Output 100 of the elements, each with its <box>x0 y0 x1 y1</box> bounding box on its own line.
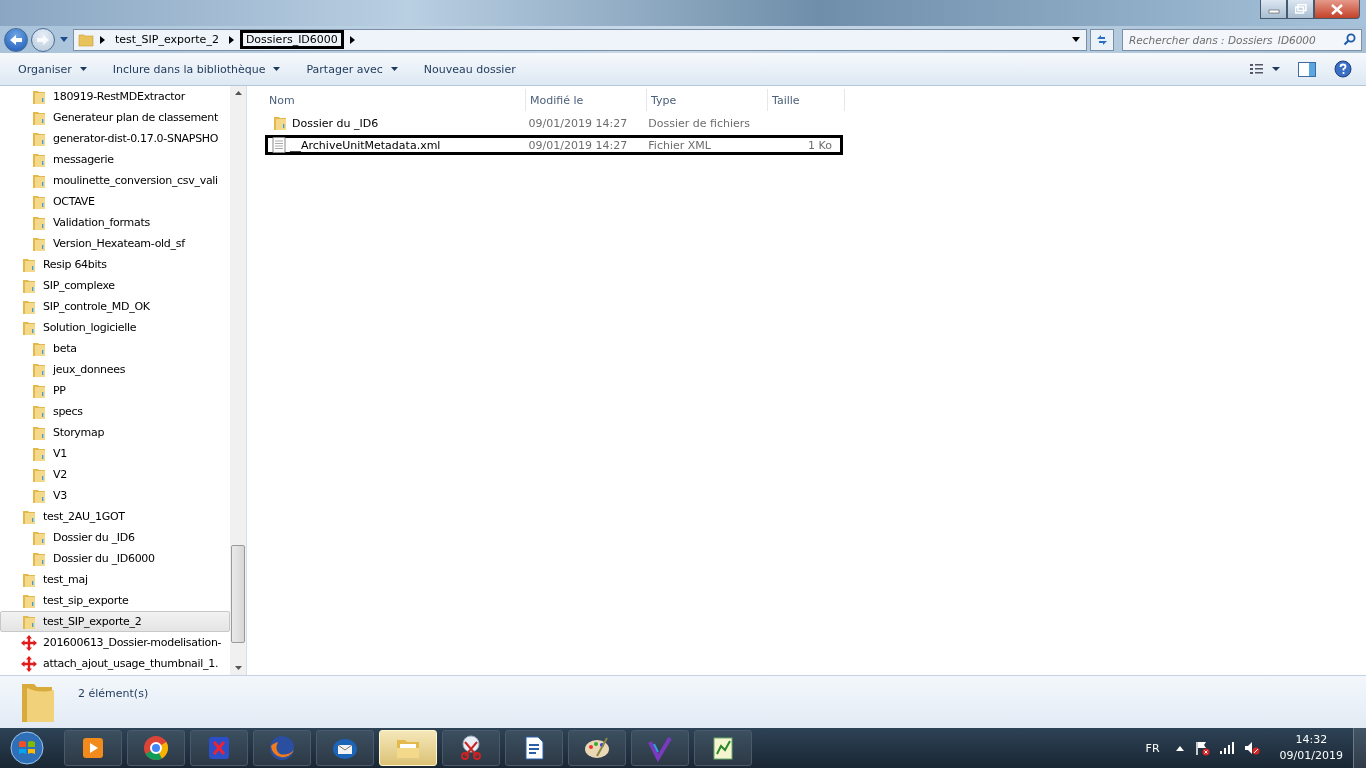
file-type: Dossier de fichiers <box>647 116 752 130</box>
column-header[interactable]: Nom <box>265 89 526 111</box>
tree-item[interactable]: beta <box>0 338 230 359</box>
folder-icon <box>31 151 47 168</box>
tree-item[interactable]: SIP_complexe <box>0 275 230 296</box>
document-icon <box>272 137 286 153</box>
folder-icon <box>21 571 37 588</box>
folder-icon <box>31 340 47 357</box>
folder-icon <box>31 109 47 126</box>
folder-icon <box>31 424 47 441</box>
tree-item[interactable]: Validation_formats <box>0 212 230 233</box>
tree-item[interactable]: messagerie <box>0 149 230 170</box>
folder-icon <box>78 32 94 47</box>
tree-item[interactable]: test_maj <box>0 569 230 590</box>
folder-icon <box>21 592 37 609</box>
breadcrumb-segment[interactable]: Dossiers_ID6000 <box>239 30 344 49</box>
item-count: 2 élément(s) <box>78 687 149 700</box>
tree-item[interactable]: moulinette_conversion_csv_vali <box>0 170 230 191</box>
taskbar-app-button[interactable] <box>316 730 374 766</box>
chevron-icon[interactable] <box>100 35 105 44</box>
file-type: Fichier XML <box>647 138 712 152</box>
chevron-icon[interactable] <box>228 35 234 44</box>
taskbar-app-button[interactable] <box>64 730 122 766</box>
tree-item[interactable]: PP <box>0 380 230 401</box>
tree-item[interactable]: OCTAVE <box>0 191 230 212</box>
four-arrows-icon <box>21 655 37 672</box>
folder-icon <box>31 361 47 378</box>
folder-icon <box>21 613 37 630</box>
language-indicator[interactable]: FR <box>1145 741 1160 755</box>
file-row[interactable]: __ArchiveUnitMetadata.xml 09/01/2019 14:27 Fichier XML 1 Ko <box>265 135 843 155</box>
muted-speaker-icon[interactable] <box>1243 740 1260 756</box>
folder-icon <box>31 235 47 252</box>
toolbar-button[interactable]: Organiser <box>8 59 97 79</box>
maximize-button[interactable] <box>1287 0 1314 19</box>
tree-item[interactable]: test_2AU_1GOT <box>0 506 230 527</box>
tree-item[interactable]: V3 <box>0 485 230 506</box>
forward-button[interactable] <box>31 27 55 52</box>
tree-item[interactable]: 201600613_Dossier-modelisation- <box>0 632 230 653</box>
folder-icon <box>31 193 47 210</box>
minimize-button[interactable] <box>1260 0 1287 19</box>
taskbar-app-button[interactable] <box>568 730 626 766</box>
folder-icon <box>31 466 47 483</box>
chevron-icon[interactable] <box>349 35 355 44</box>
folder-icon <box>31 445 47 462</box>
toolbar-button[interactable]: Nouveau dossier <box>413 59 526 79</box>
scroll-up-icon[interactable] <box>234 91 242 95</box>
dropdown-caret-icon[interactable] <box>1072 37 1080 42</box>
taskbar-app-button[interactable] <box>505 730 563 766</box>
folder-icon <box>21 319 37 336</box>
tree-item[interactable]: specs <box>0 401 230 422</box>
modified-date: 09/01/2019 14:27 <box>527 138 629 152</box>
scrollbar[interactable] <box>230 86 246 675</box>
folder-icon <box>21 508 37 525</box>
folder-icon <box>31 172 47 189</box>
toolbar-button[interactable]: Partager avec <box>296 59 408 79</box>
signal-bars-icon[interactable] <box>1219 742 1234 754</box>
taskbar-app-button[interactable] <box>694 730 752 766</box>
folder-icon <box>31 382 47 399</box>
tree-item[interactable]: attach_ajout_usage_thumbnail_1. <box>0 653 230 674</box>
file-size: 1 Ko <box>808 138 832 152</box>
toolbar-button[interactable]: Inclure dans la bibliothèque <box>102 59 291 79</box>
back-button[interactable] <box>4 27 28 52</box>
tree-item[interactable]: test_sip_exporte <box>0 590 230 611</box>
tree-item[interactable]: Dossier du _ID6 <box>0 527 230 548</box>
modified-date: 09/01/2019 14:27 <box>527 116 629 130</box>
tree-item[interactable]: generator-dist-0.17.0-SNAPSHO <box>0 128 230 149</box>
refresh-button[interactable] <box>1090 28 1114 51</box>
scroll-thumb[interactable] <box>231 545 245 643</box>
tree-item[interactable]: Generateur plan de classement <box>0 107 230 128</box>
tree-item[interactable]: Storymap <box>0 422 230 443</box>
flag-icon[interactable] <box>1193 740 1210 756</box>
file-row[interactable]: Dossier du _ID6 09/01/2019 14:27 Dossier de fichiers <box>265 113 843 133</box>
tree-item[interactable]: SIP_controle_MD_OK <box>0 296 230 317</box>
column-header[interactable]: Modifié le <box>526 89 647 111</box>
folder-icon <box>31 529 47 546</box>
tree-item[interactable]: V1 <box>0 443 230 464</box>
search-field[interactable]: Rechercher dans : Dossiers_ID6000 <box>1122 28 1362 51</box>
tree-item[interactable]: 180919-RestMDExtractor <box>0 86 230 107</box>
close-button[interactable] <box>1314 0 1360 19</box>
clock-date[interactable]: 09/01/2019 <box>1279 748 1343 764</box>
tree-item[interactable]: test_SIP_exporte_2 <box>0 611 230 632</box>
column-header[interactable]: Type <box>647 89 768 111</box>
tree-item[interactable]: jeux_donnees <box>0 359 230 380</box>
address-bar[interactable]: test_SIP_exporte_2 Dossiers_ID6000 <box>73 28 1087 51</box>
pane-icon <box>1298 61 1316 77</box>
show-desktop-button[interactable] <box>1353 728 1366 768</box>
caret-up-icon[interactable] <box>1175 745 1184 751</box>
column-header[interactable]: Taille <box>768 89 845 111</box>
tree-item[interactable]: V2 <box>0 464 230 485</box>
scroll-down-icon[interactable] <box>234 666 242 670</box>
breadcrumb-segment[interactable]: test_SIP_exporte_2 <box>111 32 223 47</box>
taskbar-app-button[interactable] <box>442 730 500 766</box>
tree-item[interactable]: Solution_logicielle <box>0 317 230 338</box>
tree-item[interactable]: Version_Hexateam-old_sf <box>0 233 230 254</box>
clock-time[interactable]: 14:32 <box>1295 732 1328 748</box>
tree-item[interactable]: Resip 64bits <box>0 254 230 275</box>
taskbar-app-button[interactable] <box>127 730 185 766</box>
folder-icon <box>31 214 47 231</box>
tree-item[interactable]: Dossier du _ID6000 <box>0 548 230 569</box>
four-arrows-icon <box>21 634 37 651</box>
